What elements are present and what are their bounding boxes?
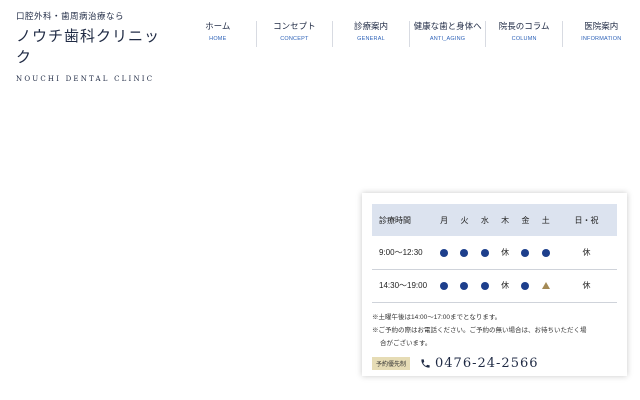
nav-label: 診療案内: [353, 22, 388, 32]
logo[interactable]: 口腔外科・歯周病治療なら ノウチ歯科クリニック NOUCHI DENTAL CL…: [16, 10, 166, 83]
schedule-cell: 休: [582, 281, 591, 290]
schedule-card: 診療時間 月 火 水 木 金 土 日・祝 9:00〜12:30 休 休 14:3…: [362, 193, 627, 376]
contact-row: 予約優先制 0476-24-2566: [372, 356, 617, 371]
schedule-body: 9:00〜12:30 休 休 14:30〜19:00 休 休: [372, 236, 617, 302]
schedule-header-row: 診療時間 月 火 水 木 金 土 日・祝: [372, 204, 617, 236]
schedule-cell: 休: [501, 247, 510, 257]
schedule-header-label: 診療時間: [379, 215, 411, 225]
nav-label: 医院案内: [584, 22, 619, 32]
reservation-badge: 予約優先制: [372, 356, 411, 370]
open-dot-icon: [440, 248, 449, 257]
schedule-cell: 休: [501, 281, 510, 290]
schedule-cell: [454, 236, 474, 269]
day-header: 月: [440, 215, 449, 225]
partial-triangle-icon: [541, 282, 550, 290]
schedule-row: 14:30〜19:00 休 休: [372, 269, 617, 302]
schedule-cell: [434, 236, 454, 269]
schedule-cell: [475, 269, 495, 302]
main-nav: ホーム HOME コンセプト CONCEPT 診療案内 GENERAL 健康な歯…: [180, 21, 640, 47]
day-header: 木: [501, 215, 510, 225]
nav-label: ホーム: [205, 22, 231, 32]
open-dot-icon: [480, 248, 489, 257]
nav-sublabel: INFORMATION: [581, 36, 622, 42]
open-dot-icon: [460, 248, 469, 257]
day-header: 火: [460, 215, 469, 225]
open-dot-icon: [460, 281, 469, 290]
nav-sublabel: ANTI_AGING: [429, 36, 466, 42]
schedule-cell: [536, 269, 556, 302]
schedule-cell: [434, 269, 454, 302]
nav-item-anti-aging[interactable]: 健康な歯と身体へ ANTI_AGING: [410, 21, 487, 47]
nav-sublabel: COLUMN: [511, 36, 537, 42]
schedule-cell: 休: [582, 247, 591, 257]
open-dot-icon: [521, 281, 530, 290]
day-header: 土: [541, 215, 550, 225]
nav-item-column[interactable]: 院長のコラム COLUMN: [486, 21, 563, 47]
nav-item-concept[interactable]: コンセプト CONCEPT: [257, 21, 334, 47]
phone-icon: [421, 358, 430, 368]
nav-sublabel: HOME: [209, 36, 227, 42]
nav-sublabel: CONCEPT: [280, 36, 309, 42]
schedule-cell: [475, 236, 495, 269]
nav-label: 健康な歯と身体へ: [413, 22, 482, 32]
open-dot-icon: [480, 281, 489, 290]
nav-label: コンセプト: [273, 22, 316, 32]
nav-item-information[interactable]: 医院案内 INFORMATION: [563, 21, 640, 47]
clinic-name: ノウチ歯科クリニック: [16, 27, 161, 66]
time-slot: 14:30〜19:00: [379, 281, 428, 290]
schedule-cell: [515, 236, 535, 269]
open-dot-icon: [440, 281, 449, 290]
phone-number[interactable]: 0476-24-2566: [435, 356, 539, 371]
schedule-cell: [454, 269, 474, 302]
nav-item-home[interactable]: ホーム HOME: [180, 21, 257, 47]
clinic-name-en: NOUCHI DENTAL CLINIC: [16, 75, 155, 83]
time-slot: 9:00〜12:30: [379, 247, 423, 257]
note-reservation: ※ご予約の際はお電話ください。ご予約の無い場合は、お待ちいただく場: [372, 326, 587, 334]
open-dot-icon: [521, 248, 530, 257]
schedule-notes: ※土曜午後は14:00〜17:00までとなります。 ※ご予約の際はお電話ください…: [372, 311, 617, 350]
nav-sublabel: GENERAL: [357, 36, 385, 42]
schedule-cell: [536, 236, 556, 269]
note-reservation-cont: 合がございます。: [380, 339, 432, 347]
schedule-table: 診療時間 月 火 水 木 金 土 日・祝 9:00〜12:30 休 休 14:3…: [372, 204, 617, 303]
day-header: 日・祝: [574, 215, 599, 225]
schedule-row: 9:00〜12:30 休 休: [372, 236, 617, 269]
open-dot-icon: [541, 248, 550, 257]
nav-label: 院長のコラム: [498, 22, 550, 32]
nav-item-general[interactable]: 診療案内 GENERAL: [333, 21, 410, 47]
logo-tagline: 口腔外科・歯周病治療なら: [16, 12, 125, 22]
note-saturday: ※土曜午後は14:00〜17:00までとなります。: [372, 313, 502, 321]
day-header: 水: [480, 215, 489, 225]
schedule-cell: [515, 269, 535, 302]
day-header: 金: [521, 215, 530, 225]
